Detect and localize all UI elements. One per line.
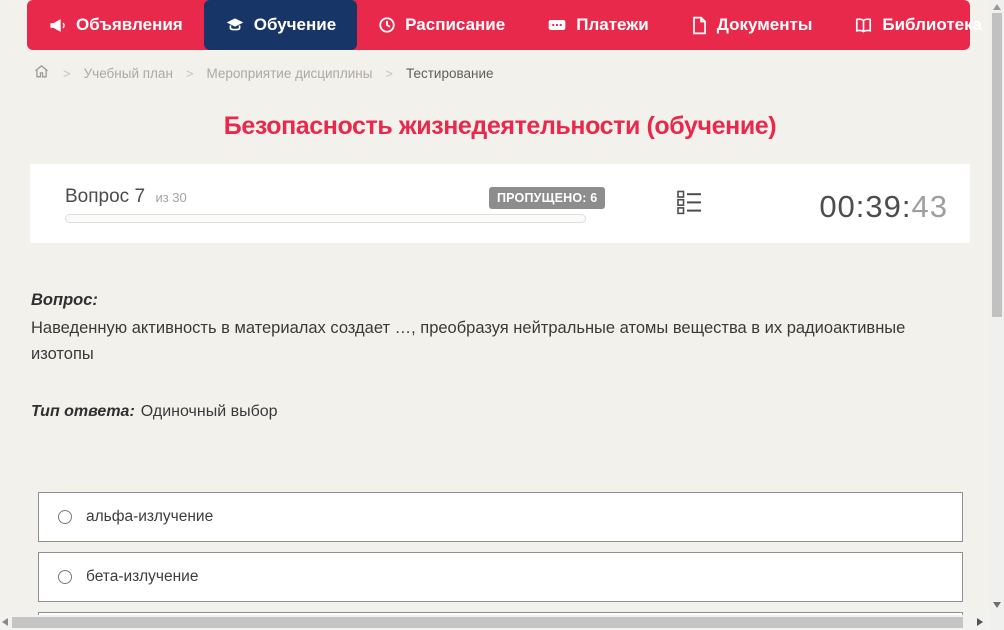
- scroll-up-arrow[interactable]: [993, 4, 1001, 10]
- question-number: Вопрос 7 из 30: [65, 186, 187, 208]
- progress-bar: [65, 214, 586, 223]
- breadcrumb-discipline-event[interactable]: Мероприятие дисциплины: [207, 66, 373, 81]
- main-nav: Объявления Обучение Расписание Платежи Д…: [27, 0, 970, 50]
- answer-option-label: альфа-излучение: [86, 508, 213, 526]
- nav-item-label: Обучение: [254, 15, 336, 35]
- nav-item-schedule[interactable]: Расписание: [357, 0, 526, 50]
- answer-type: Тип ответа: Одиночный выбор: [31, 403, 278, 421]
- question-total-label: из 30: [155, 190, 186, 205]
- nav-item-label: Библиотека: [882, 15, 982, 35]
- nav-item-learning[interactable]: Обучение: [204, 0, 357, 50]
- nav-item-library[interactable]: Библиотека: [833, 0, 1004, 50]
- answer-options: альфа-излучение бета-излучение: [38, 492, 963, 630]
- question-list-icon[interactable]: [676, 189, 703, 221]
- question-header-card: Вопрос 7 из 30 ПРОПУЩЕНО: 6 00:39:43: [30, 164, 970, 243]
- timer-main: 00:39:: [819, 189, 911, 224]
- timer: 00:39:43: [819, 189, 948, 225]
- nav-item-announcements[interactable]: Объявления: [27, 0, 204, 50]
- question-number-label: Вопрос 7: [65, 186, 145, 207]
- megaphone-icon: [48, 16, 67, 35]
- skipped-badge: ПРОПУЩЕНО: 6: [489, 187, 605, 209]
- radio-button[interactable]: [58, 570, 72, 584]
- vertical-scrollbar-thumb[interactable]: [992, 13, 1002, 317]
- cash-icon: [547, 15, 567, 35]
- nav-item-payments[interactable]: Платежи: [526, 0, 670, 50]
- timer-seconds: 43: [912, 189, 948, 224]
- nav-item-label: Платежи: [576, 15, 649, 35]
- nav-item-label: Документы: [717, 15, 813, 35]
- answer-option-alpha[interactable]: альфа-излучение: [38, 492, 963, 542]
- breadcrumb-separator: >: [186, 66, 194, 81]
- breadcrumb-testing: Тестирование: [406, 66, 494, 81]
- radio-button[interactable]: [58, 510, 72, 524]
- answer-type-value: Одиночный выбор: [141, 403, 278, 420]
- nav-item-label: Расписание: [405, 15, 505, 35]
- nav-item-documents[interactable]: Документы: [670, 0, 834, 50]
- question-label: Вопрос:: [31, 291, 98, 310]
- answer-option-beta[interactable]: бета-излучение: [38, 552, 963, 602]
- breadcrumb: > Учебный план > Мероприятие дисциплины …: [33, 63, 494, 83]
- horizontal-scrollbar-thumb[interactable]: [12, 617, 963, 628]
- page-title: Безопасность жизнедеятельности (обучение…: [30, 112, 970, 141]
- nav-item-label: Объявления: [76, 15, 183, 35]
- question-text: Наведенную активность в материалах созда…: [31, 315, 955, 367]
- document-icon: [691, 16, 708, 35]
- answer-type-label: Тип ответа:: [31, 403, 135, 420]
- answer-option-label: бета-излучение: [86, 568, 198, 586]
- scroll-right-arrow[interactable]: [977, 618, 983, 626]
- graduation-cap-icon: [225, 15, 245, 35]
- scroll-left-arrow[interactable]: [2, 618, 8, 626]
- breadcrumb-separator: >: [385, 66, 393, 81]
- breadcrumb-separator: >: [63, 66, 71, 81]
- home-icon[interactable]: [33, 63, 50, 83]
- clock-icon: [378, 16, 396, 34]
- scroll-down-arrow[interactable]: [993, 602, 1001, 608]
- breadcrumb-curriculum[interactable]: Учебный план: [84, 66, 173, 81]
- open-book-icon: [854, 16, 873, 35]
